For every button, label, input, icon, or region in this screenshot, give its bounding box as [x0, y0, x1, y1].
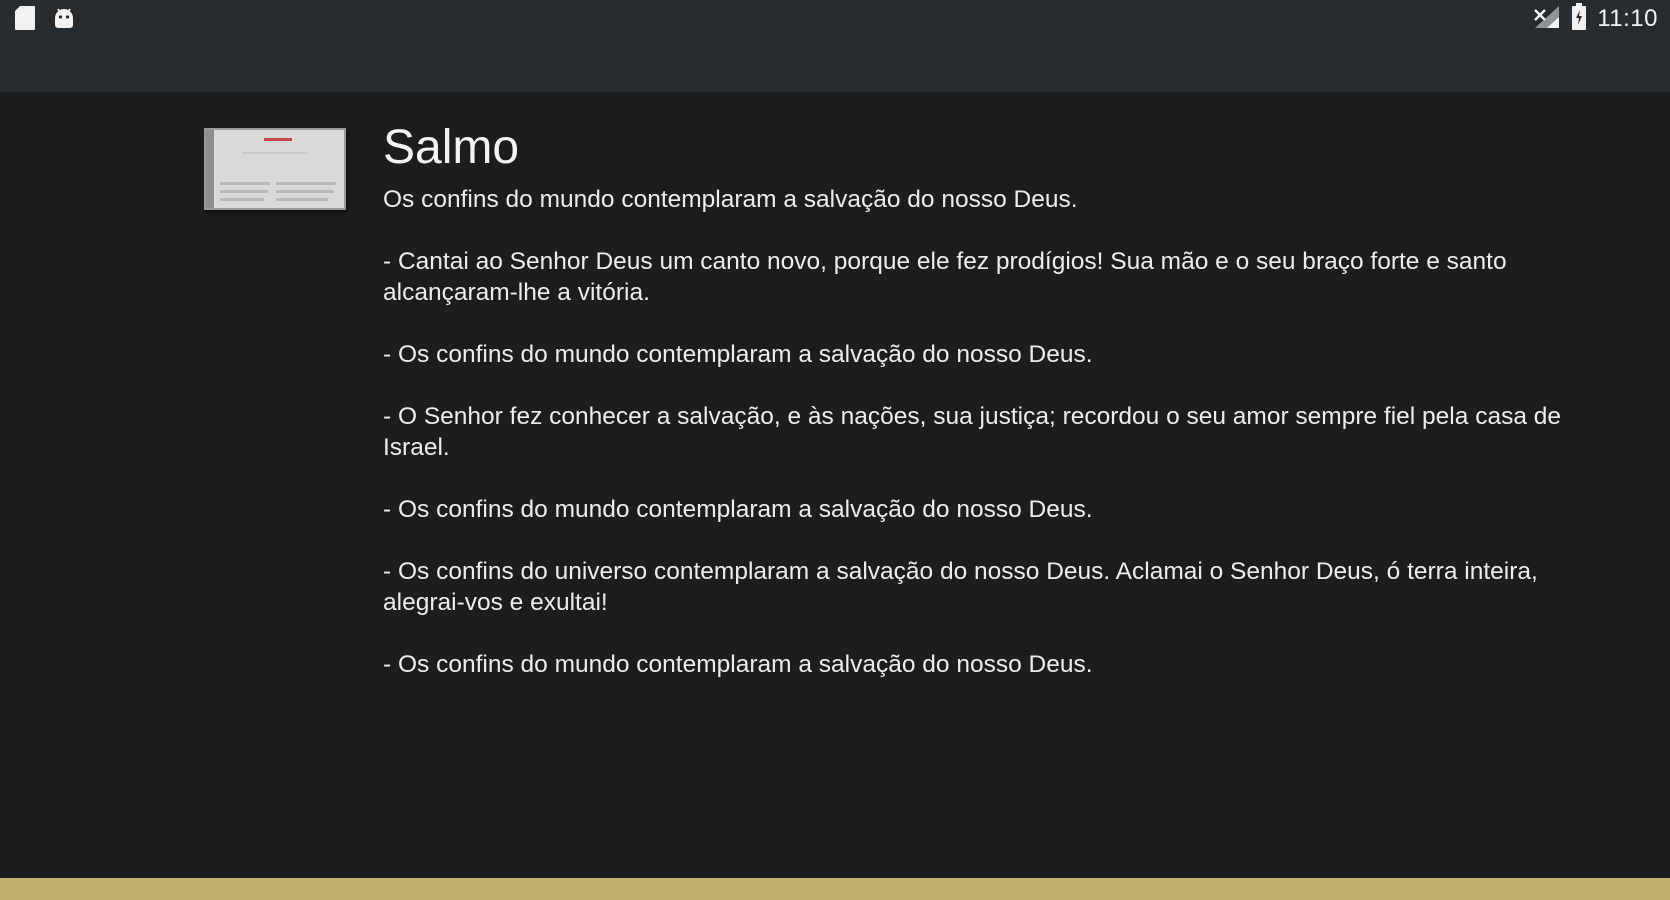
- reading-paragraph: - Cantai ao Senhor Deus um canto novo, p…: [383, 248, 1507, 306]
- reading-paragraph: - Os confins do mundo contemplaram a sal…: [383, 341, 1093, 368]
- reading-title: Salmo: [383, 121, 520, 174]
- android-icon: [52, 5, 76, 35]
- bottom-accent-bar: [0, 878, 1670, 900]
- reading-paragraph-refrain: Os confins do mundo contemplaram a salva…: [383, 186, 1078, 213]
- reading-paragraph: - O Senhor fez conhecer a salvação, e às…: [383, 403, 1561, 461]
- status-right-area: 11:10: [1531, 3, 1658, 35]
- reading-text: Salmo Os confins do mundo contemplaram a…: [383, 120, 1593, 711]
- status-bar: 11:10: [0, 0, 1670, 92]
- reading-paragraph: - Os confins do universo contemplaram a …: [383, 558, 1538, 616]
- reading-paragraph: - Os confins do mundo contemplaram a sal…: [383, 651, 1093, 678]
- status-left-icons: [14, 6, 76, 34]
- sd-card-icon: [14, 5, 36, 35]
- battery-icon: [1571, 3, 1587, 35]
- reading-thumbnail[interactable]: [204, 128, 346, 210]
- reading-content: Salmo Os confins do mundo contemplaram a…: [0, 92, 1670, 878]
- signal-icon: [1531, 4, 1561, 34]
- reading-paragraph: - Os confins do mundo contemplaram a sal…: [383, 496, 1093, 523]
- clock: 11:10: [1597, 5, 1658, 32]
